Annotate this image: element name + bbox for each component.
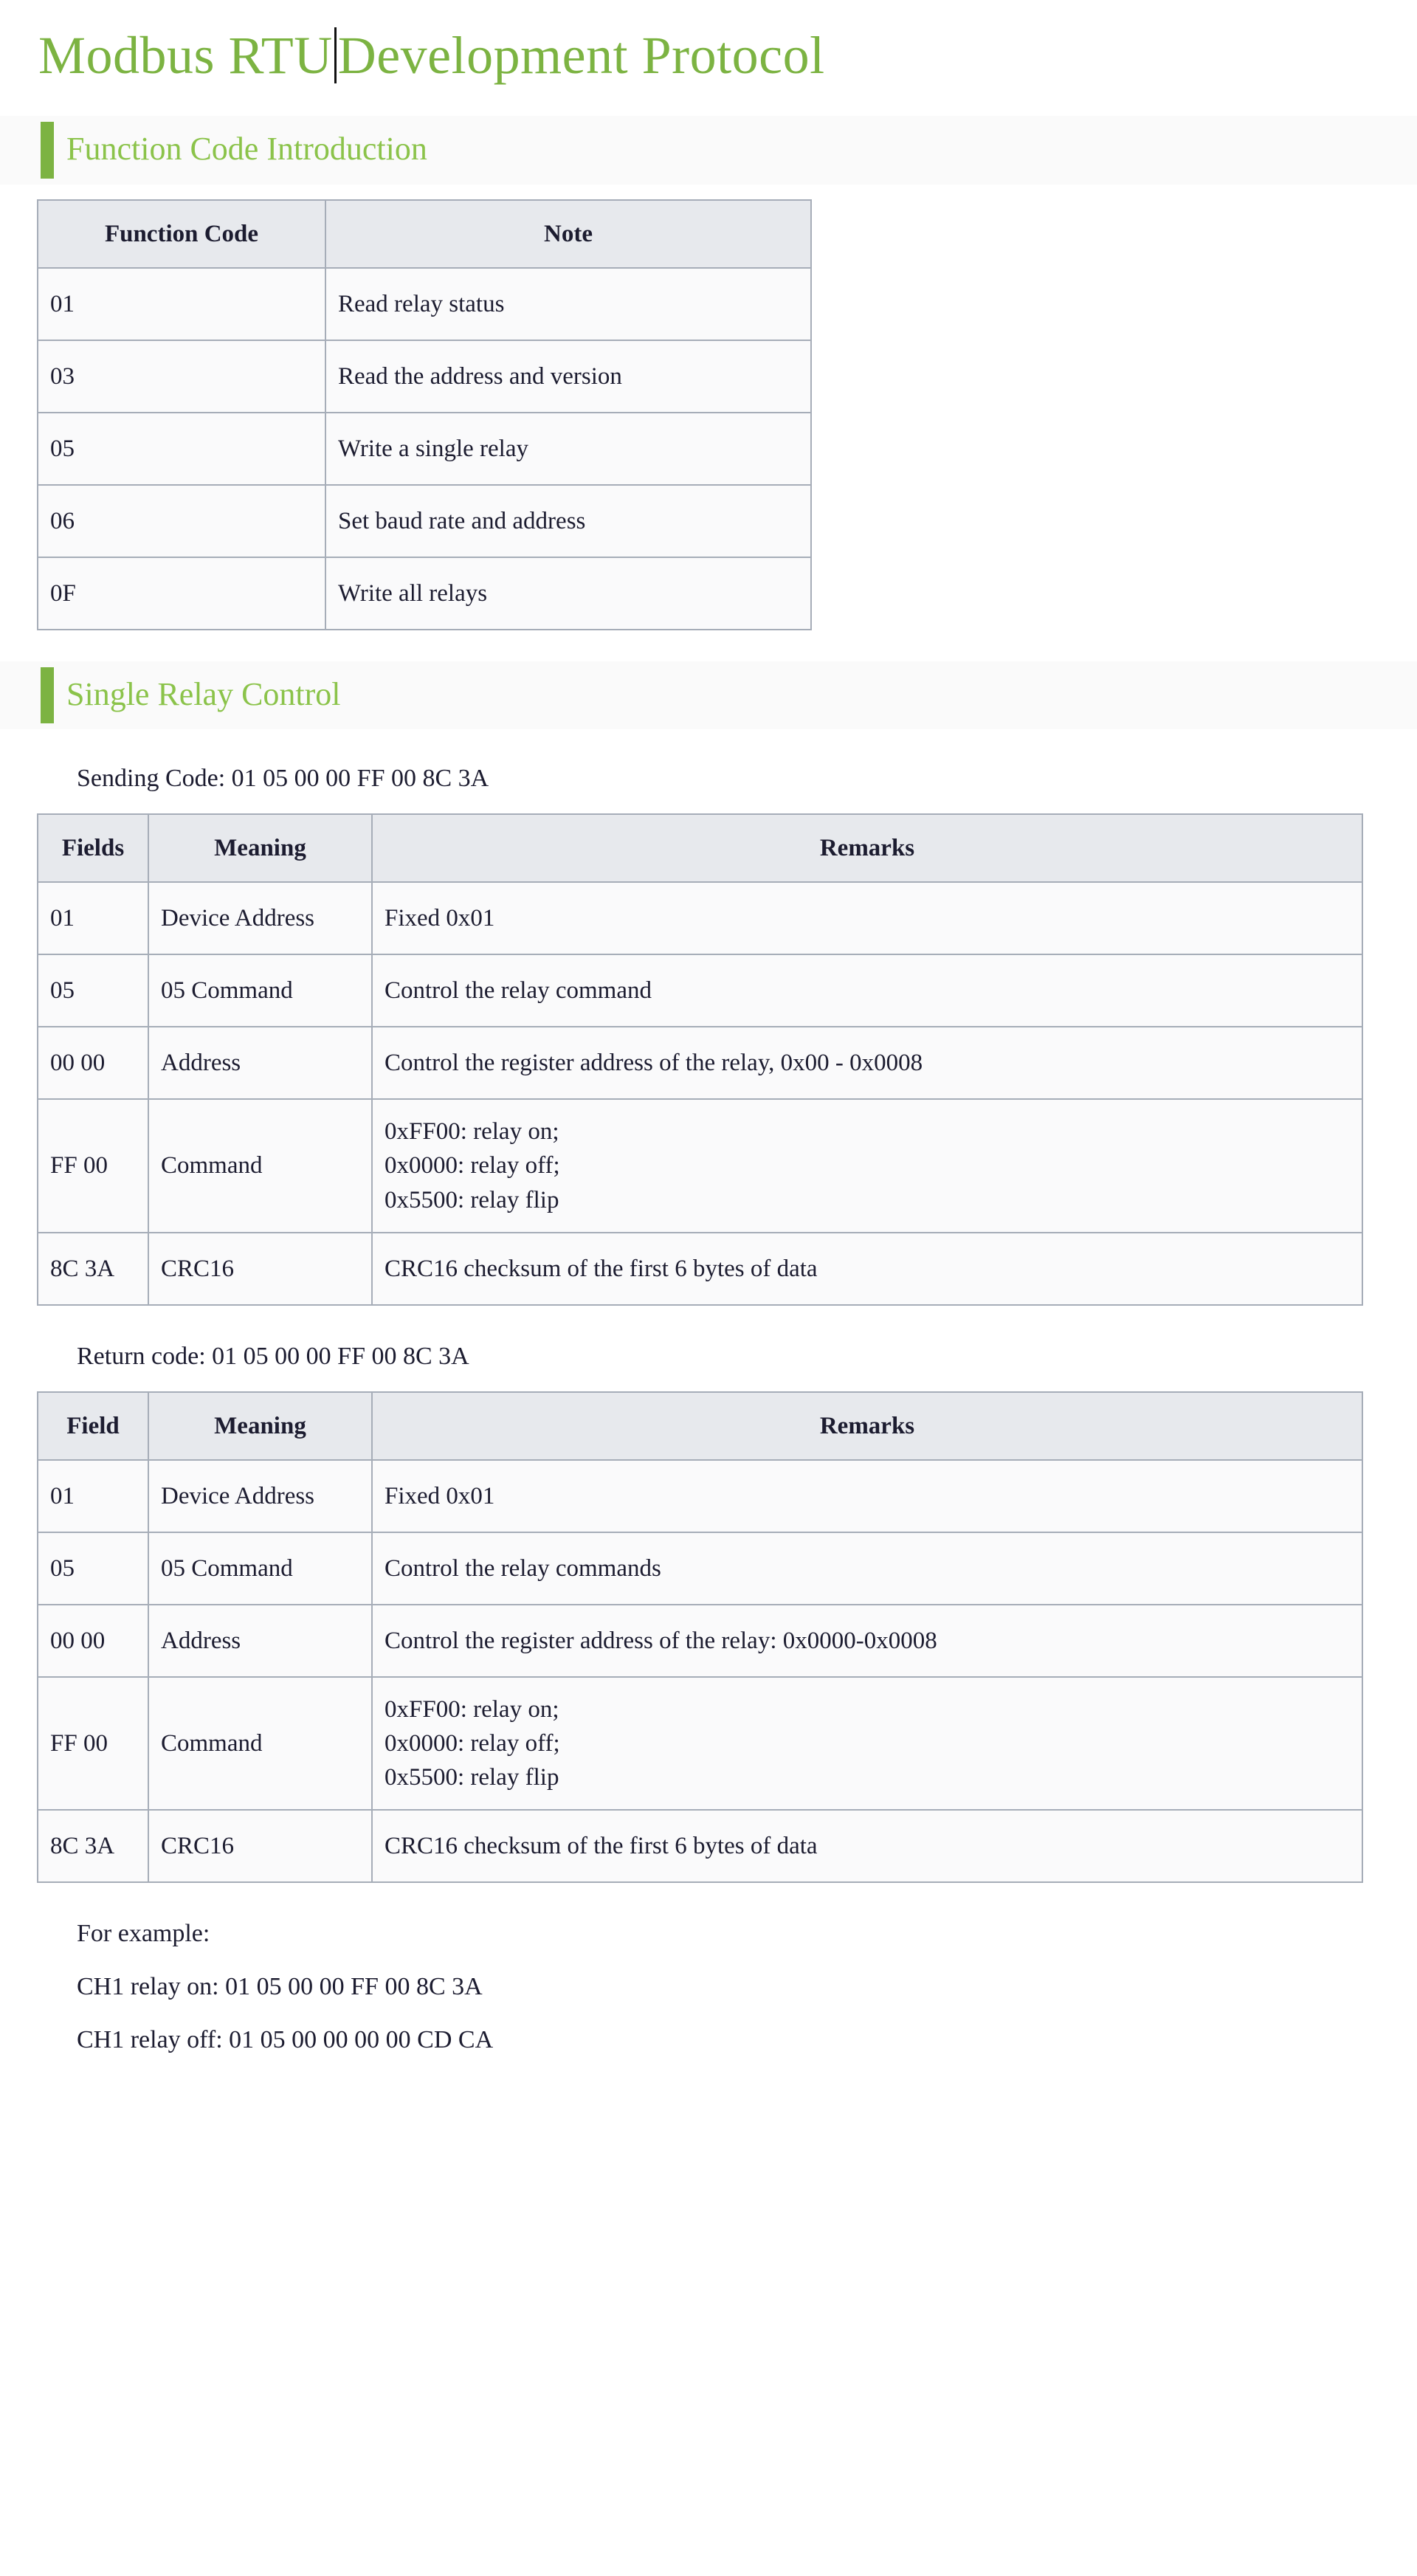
cell-note: Write all relays <box>325 556 812 630</box>
cell-remarks: Control the relay commands <box>371 1531 1363 1605</box>
cell-note: Set baud rate and address <box>325 483 812 558</box>
cell-meaning: CRC16 <box>148 1809 373 1884</box>
column-header-note: Note <box>325 199 812 269</box>
section-title-text: Function Code Introduction <box>66 131 427 168</box>
return-code-table: Field Meaning Remarks 01 Device Address … <box>37 1391 1363 1884</box>
cell-field: 01 <box>37 1459 149 1533</box>
cell-field: 05 <box>37 1531 149 1605</box>
table-row: 05 05 Command Control the relay command <box>37 954 1363 1028</box>
cell-field: 05 <box>37 954 149 1028</box>
page-title: Modbus RTUDevelopment Protocol <box>0 0 1417 85</box>
example-line-relay-on: CH1 relay on: 01 05 00 00 FF 00 8C 3A <box>77 1973 483 2001</box>
cell-remarks: Fixed 0x01 <box>371 881 1363 956</box>
cell-meaning: Address <box>148 1026 373 1101</box>
example-line-relay-off: CH1 relay off: 01 05 00 00 00 00 CD CA <box>77 2026 494 2054</box>
remarks-line: 0x0000: relay off; <box>385 1729 560 1757</box>
sending-code-table-wrapper: Fields Meaning Remarks 01 Device Address… <box>0 813 1417 1306</box>
cell-remarks-multiline: 0xFF00: relay on; 0x0000: relay off; 0x5… <box>371 1676 1363 1811</box>
cell-meaning: 05 Command <box>148 954 373 1028</box>
return-code-label: Return code: 01 05 00 00 FF 00 8C 3A <box>77 1342 469 1370</box>
cell-field: FF 00 <box>37 1676 149 1811</box>
column-header-remarks: Remarks <box>371 1391 1363 1461</box>
section-title-text: Single Relay Control <box>66 675 341 712</box>
table-row: 01 Read relay status <box>37 266 812 341</box>
column-header-field: Field <box>37 1391 149 1461</box>
cell-meaning: Address <box>148 1603 373 1678</box>
document-page: Modbus RTUDevelopment Protocol Function … <box>0 0 1417 2576</box>
cell-meaning: Command <box>148 1676 373 1811</box>
cell-note: Read relay status <box>325 266 812 341</box>
cell-meaning: Command <box>148 1098 373 1233</box>
section-accent-bar <box>41 667 54 724</box>
cell-remarks: Fixed 0x01 <box>371 1459 1363 1533</box>
table-row: 00 00 Address Control the register addre… <box>37 1603 1363 1678</box>
page-title-part-two: Development Protocol <box>337 26 825 85</box>
table-row: 0F Write all relays <box>37 556 812 630</box>
table-row: FF 00 Command 0xFF00: relay on; 0x0000: … <box>37 1676 1363 1811</box>
page-title-part-one: Modbus RTU <box>38 26 333 85</box>
cell-note: Read the address and version <box>325 339 812 413</box>
table-header-row: Field Meaning Remarks <box>37 1391 1363 1461</box>
cell-remarks: CRC16 checksum of the first 6 bytes of d… <box>371 1231 1363 1306</box>
column-header-remarks: Remarks <box>371 813 1363 884</box>
function-code-table-wrapper: Function Code Note 01 Read relay status … <box>0 199 1417 630</box>
table-row: FF 00 Command 0xFF00: relay on; 0x0000: … <box>37 1098 1363 1233</box>
remarks-line: 0x5500: relay flip <box>385 1186 559 1213</box>
cell-field: FF 00 <box>37 1098 149 1233</box>
column-header-meaning: Meaning <box>148 1391 373 1461</box>
table-row: 05 05 Command Control the relay commands <box>37 1531 1363 1605</box>
cell-remarks: CRC16 checksum of the first 6 bytes of d… <box>371 1809 1363 1884</box>
table-header-row: Function Code Note <box>37 199 812 269</box>
table-row: 05 Write a single relay <box>37 411 812 486</box>
section-accent-bar <box>41 122 54 179</box>
cell-function-code: 06 <box>37 483 326 558</box>
table-row: 8C 3A CRC16 CRC16 checksum of the first … <box>37 1231 1363 1306</box>
cell-meaning: Device Address <box>148 881 373 956</box>
cell-function-code: 0F <box>37 556 326 630</box>
cell-field: 00 00 <box>37 1603 149 1678</box>
table-header-row: Fields Meaning Remarks <box>37 813 1363 884</box>
remarks-line: 0x5500: relay flip <box>385 1764 559 1791</box>
section-heading-single-relay-control: Single Relay Control <box>0 661 1417 730</box>
text-caret <box>334 27 337 83</box>
table-row: 06 Set baud rate and address <box>37 483 812 558</box>
cell-function-code: 03 <box>37 339 326 413</box>
remarks-line: 0xFF00: relay on; <box>385 1695 559 1723</box>
table-row: 01 Device Address Fixed 0x01 <box>37 881 1363 956</box>
section-heading-function-code: Function Code Introduction <box>0 116 1417 185</box>
cell-note: Write a single relay <box>325 411 812 486</box>
cell-field: 8C 3A <box>37 1809 149 1884</box>
cell-field: 8C 3A <box>37 1231 149 1306</box>
return-code-table-wrapper: Field Meaning Remarks 01 Device Address … <box>0 1391 1417 1884</box>
cell-remarks-multiline: 0xFF00: relay on; 0x0000: relay off; 0x5… <box>371 1098 1363 1233</box>
cell-function-code: 05 <box>37 411 326 486</box>
column-header-meaning: Meaning <box>148 813 373 884</box>
cell-remarks: Control the register address of the rela… <box>371 1026 1363 1101</box>
column-header-fields: Fields <box>37 813 149 884</box>
cell-field: 01 <box>37 881 149 956</box>
example-intro-label: For example: <box>77 1920 210 1948</box>
function-code-table: Function Code Note 01 Read relay status … <box>37 199 812 630</box>
table-row: 00 00 Address Control the register addre… <box>37 1026 1363 1101</box>
remarks-line: 0xFF00: relay on; <box>385 1118 559 1146</box>
table-row: 01 Device Address Fixed 0x01 <box>37 1459 1363 1533</box>
cell-meaning: 05 Command <box>148 1531 373 1605</box>
column-header-function-code: Function Code <box>37 199 326 269</box>
cell-meaning: CRC16 <box>148 1231 373 1306</box>
cell-remarks: Control the register address of the rela… <box>371 1603 1363 1678</box>
cell-remarks: Control the relay command <box>371 954 1363 1028</box>
remarks-line: 0x0000: relay off; <box>385 1152 560 1179</box>
table-row: 03 Read the address and version <box>37 339 812 413</box>
cell-field: 00 00 <box>37 1026 149 1101</box>
cell-meaning: Device Address <box>148 1459 373 1533</box>
sending-code-table: Fields Meaning Remarks 01 Device Address… <box>37 813 1363 1306</box>
sending-code-label: Sending Code: 01 05 00 00 FF 00 8C 3A <box>77 765 489 793</box>
cell-function-code: 01 <box>37 266 326 341</box>
table-row: 8C 3A CRC16 CRC16 checksum of the first … <box>37 1809 1363 1884</box>
